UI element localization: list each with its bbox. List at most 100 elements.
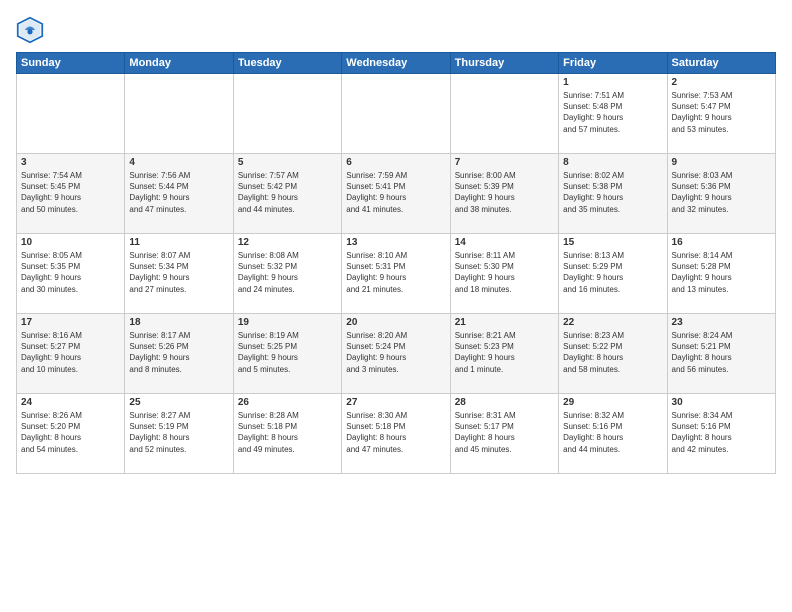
calendar-cell [233,74,341,154]
day-number: 18 [129,317,228,328]
day-info: Sunrise: 8:32 AMSunset: 5:16 PMDaylight:… [563,410,662,455]
day-number: 24 [21,397,120,408]
calendar-cell: 29 Sunrise: 8:32 AMSunset: 5:16 PMDayligh… [559,394,667,474]
day-number: 5 [238,157,337,168]
logo [16,16,48,44]
logo-icon [16,16,44,44]
day-number: 2 [672,77,771,88]
calendar-cell [342,74,450,154]
calendar-cell: 9 Sunrise: 8:03 AMSunset: 5:36 PMDaylight… [667,154,775,234]
calendar-week-row: 3 Sunrise: 7:54 AMSunset: 5:45 PMDaylight… [17,154,776,234]
calendar-cell [125,74,233,154]
calendar-cell: 12Sunrise: 8:08 AMSunset: 5:32 PMDayligh… [233,234,341,314]
day-info: Sunrise: 8:34 AMSunset: 5:16 PMDaylight:… [672,410,771,455]
calendar-week-row: 24 Sunrise: 8:26 AMSunset: 5:20 PMDayligh… [17,394,776,474]
calendar-table: SundayMondayTuesdayWednesdayThursdayFrid… [16,52,776,474]
calendar-cell: 27 Sunrise: 8:30 AMSunset: 5:18 PMDayligh… [342,394,450,474]
day-number: 3 [21,157,120,168]
calendar-cell: 19 Sunrise: 8:19 AMSunset: 5:25 PMDayligh… [233,314,341,394]
day-info: Sunrise: 7:59 AMSunset: 5:41 PMDaylight:… [346,170,445,215]
page: SundayMondayTuesdayWednesdayThursdayFrid… [0,0,792,612]
day-info: Sunrise: 8:21 AMSunset: 5:23 PMDaylight:… [455,330,554,375]
day-number: 15 [563,237,662,248]
calendar-cell: 28Sunrise: 8:31 AMSunset: 5:17 PMDayligh… [450,394,558,474]
day-number: 25 [129,397,228,408]
calendar-cell: 22Sunrise: 8:23 AMSunset: 5:22 PMDayligh… [559,314,667,394]
day-info: Sunrise: 7:54 AMSunset: 5:45 PMDaylight:… [21,170,120,215]
calendar-cell: 23Sunrise: 8:24 AMSunset: 5:21 PMDayligh… [667,314,775,394]
calendar-cell: 13Sunrise: 8:10 AMSunset: 5:31 PMDayligh… [342,234,450,314]
calendar-cell: 10Sunrise: 8:05 AMSunset: 5:35 PMDayligh… [17,234,125,314]
day-number: 26 [238,397,337,408]
day-number: 20 [346,317,445,328]
calendar-cell: 4 Sunrise: 7:56 AMSunset: 5:44 PMDaylight… [125,154,233,234]
weekday-header-row: SundayMondayTuesdayWednesdayThursdayFrid… [17,53,776,74]
calendar-cell: 30 Sunrise: 8:34 AMSunset: 5:16 PMDayligh… [667,394,775,474]
day-number: 29 [563,397,662,408]
day-info: Sunrise: 7:51 AMSunset: 5:48 PMDaylight:… [563,90,662,135]
day-number: 6 [346,157,445,168]
day-number: 19 [238,317,337,328]
day-info: Sunrise: 8:28 AMSunset: 5:18 PMDaylight:… [238,410,337,455]
weekday-header-wednesday: Wednesday [342,53,450,74]
day-number: 13 [346,237,445,248]
calendar-cell: 15 Sunrise: 8:13 AMSunset: 5:29 PMDayligh… [559,234,667,314]
weekday-header-monday: Monday [125,53,233,74]
calendar-cell: 2Sunrise: 7:53 AMSunset: 5:47 PMDaylight… [667,74,775,154]
day-info: Sunrise: 8:07 AMSunset: 5:34 PMDaylight:… [129,250,228,295]
day-number: 8 [563,157,662,168]
day-info: Sunrise: 8:30 AMSunset: 5:18 PMDaylight:… [346,410,445,455]
calendar-cell: 7 Sunrise: 8:00 AMSunset: 5:39 PMDaylight… [450,154,558,234]
calendar-cell: 6 Sunrise: 7:59 AMSunset: 5:41 PMDaylight… [342,154,450,234]
day-number: 30 [672,397,771,408]
calendar-cell: 18 Sunrise: 8:17 AMSunset: 5:26 PMDayligh… [125,314,233,394]
day-info: Sunrise: 8:02 AMSunset: 5:38 PMDaylight:… [563,170,662,215]
day-number: 4 [129,157,228,168]
calendar-cell: 20 Sunrise: 8:20 AMSunset: 5:24 PMDayligh… [342,314,450,394]
day-info: Sunrise: 8:03 AMSunset: 5:36 PMDaylight:… [672,170,771,215]
day-number: 16 [672,237,771,248]
calendar-cell: 24 Sunrise: 8:26 AMSunset: 5:20 PMDayligh… [17,394,125,474]
day-info: Sunrise: 7:57 AMSunset: 5:42 PMDaylight:… [238,170,337,215]
header [16,16,776,44]
day-number: 17 [21,317,120,328]
calendar-cell [17,74,125,154]
day-number: 22 [563,317,662,328]
calendar-cell: 25 Sunrise: 8:27 AMSunset: 5:19 PMDayligh… [125,394,233,474]
day-info: Sunrise: 8:13 AMSunset: 5:29 PMDaylight:… [563,250,662,295]
day-number: 27 [346,397,445,408]
day-number: 11 [129,237,228,248]
weekday-header-thursday: Thursday [450,53,558,74]
calendar-cell: 3 Sunrise: 7:54 AMSunset: 5:45 PMDaylight… [17,154,125,234]
day-info: Sunrise: 8:11 AMSunset: 5:30 PMDaylight:… [455,250,554,295]
day-info: Sunrise: 8:26 AMSunset: 5:20 PMDaylight:… [21,410,120,455]
day-info: Sunrise: 7:56 AMSunset: 5:44 PMDaylight:… [129,170,228,215]
day-info: Sunrise: 8:00 AMSunset: 5:39 PMDaylight:… [455,170,554,215]
day-number: 1 [563,77,662,88]
day-info: Sunrise: 8:17 AMSunset: 5:26 PMDaylight:… [129,330,228,375]
calendar-cell: 14 Sunrise: 8:11 AMSunset: 5:30 PMDayligh… [450,234,558,314]
day-number: 9 [672,157,771,168]
day-info: Sunrise: 8:05 AMSunset: 5:35 PMDaylight:… [21,250,120,295]
calendar-cell: 17 Sunrise: 8:16 AMSunset: 5:27 PMDayligh… [17,314,125,394]
calendar-cell: 11 Sunrise: 8:07 AMSunset: 5:34 PMDayligh… [125,234,233,314]
calendar-cell [450,74,558,154]
day-number: 14 [455,237,554,248]
calendar-cell: 5 Sunrise: 7:57 AMSunset: 5:42 PMDaylight… [233,154,341,234]
day-number: 23 [672,317,771,328]
day-number: 7 [455,157,554,168]
day-info: Sunrise: 8:16 AMSunset: 5:27 PMDaylight:… [21,330,120,375]
day-info: Sunrise: 8:27 AMSunset: 5:19 PMDaylight:… [129,410,228,455]
weekday-header-friday: Friday [559,53,667,74]
day-info: Sunrise: 8:19 AMSunset: 5:25 PMDaylight:… [238,330,337,375]
calendar-cell: 1 Sunrise: 7:51 AMSunset: 5:48 PMDaylight… [559,74,667,154]
day-info: Sunrise: 8:20 AMSunset: 5:24 PMDaylight:… [346,330,445,375]
day-info: Sunrise: 8:08 AMSunset: 5:32 PMDaylight:… [238,250,337,295]
calendar-cell: 16 Sunrise: 8:14 AMSunset: 5:28 PMDayligh… [667,234,775,314]
calendar-cell: 26 Sunrise: 8:28 AMSunset: 5:18 PMDayligh… [233,394,341,474]
weekday-header-sunday: Sunday [17,53,125,74]
day-info: Sunrise: 8:14 AMSunset: 5:28 PMDaylight:… [672,250,771,295]
calendar-cell: 21Sunrise: 8:21 AMSunset: 5:23 PMDayligh… [450,314,558,394]
calendar-week-row: 17 Sunrise: 8:16 AMSunset: 5:27 PMDayligh… [17,314,776,394]
calendar-week-row: 1 Sunrise: 7:51 AMSunset: 5:48 PMDaylight… [17,74,776,154]
